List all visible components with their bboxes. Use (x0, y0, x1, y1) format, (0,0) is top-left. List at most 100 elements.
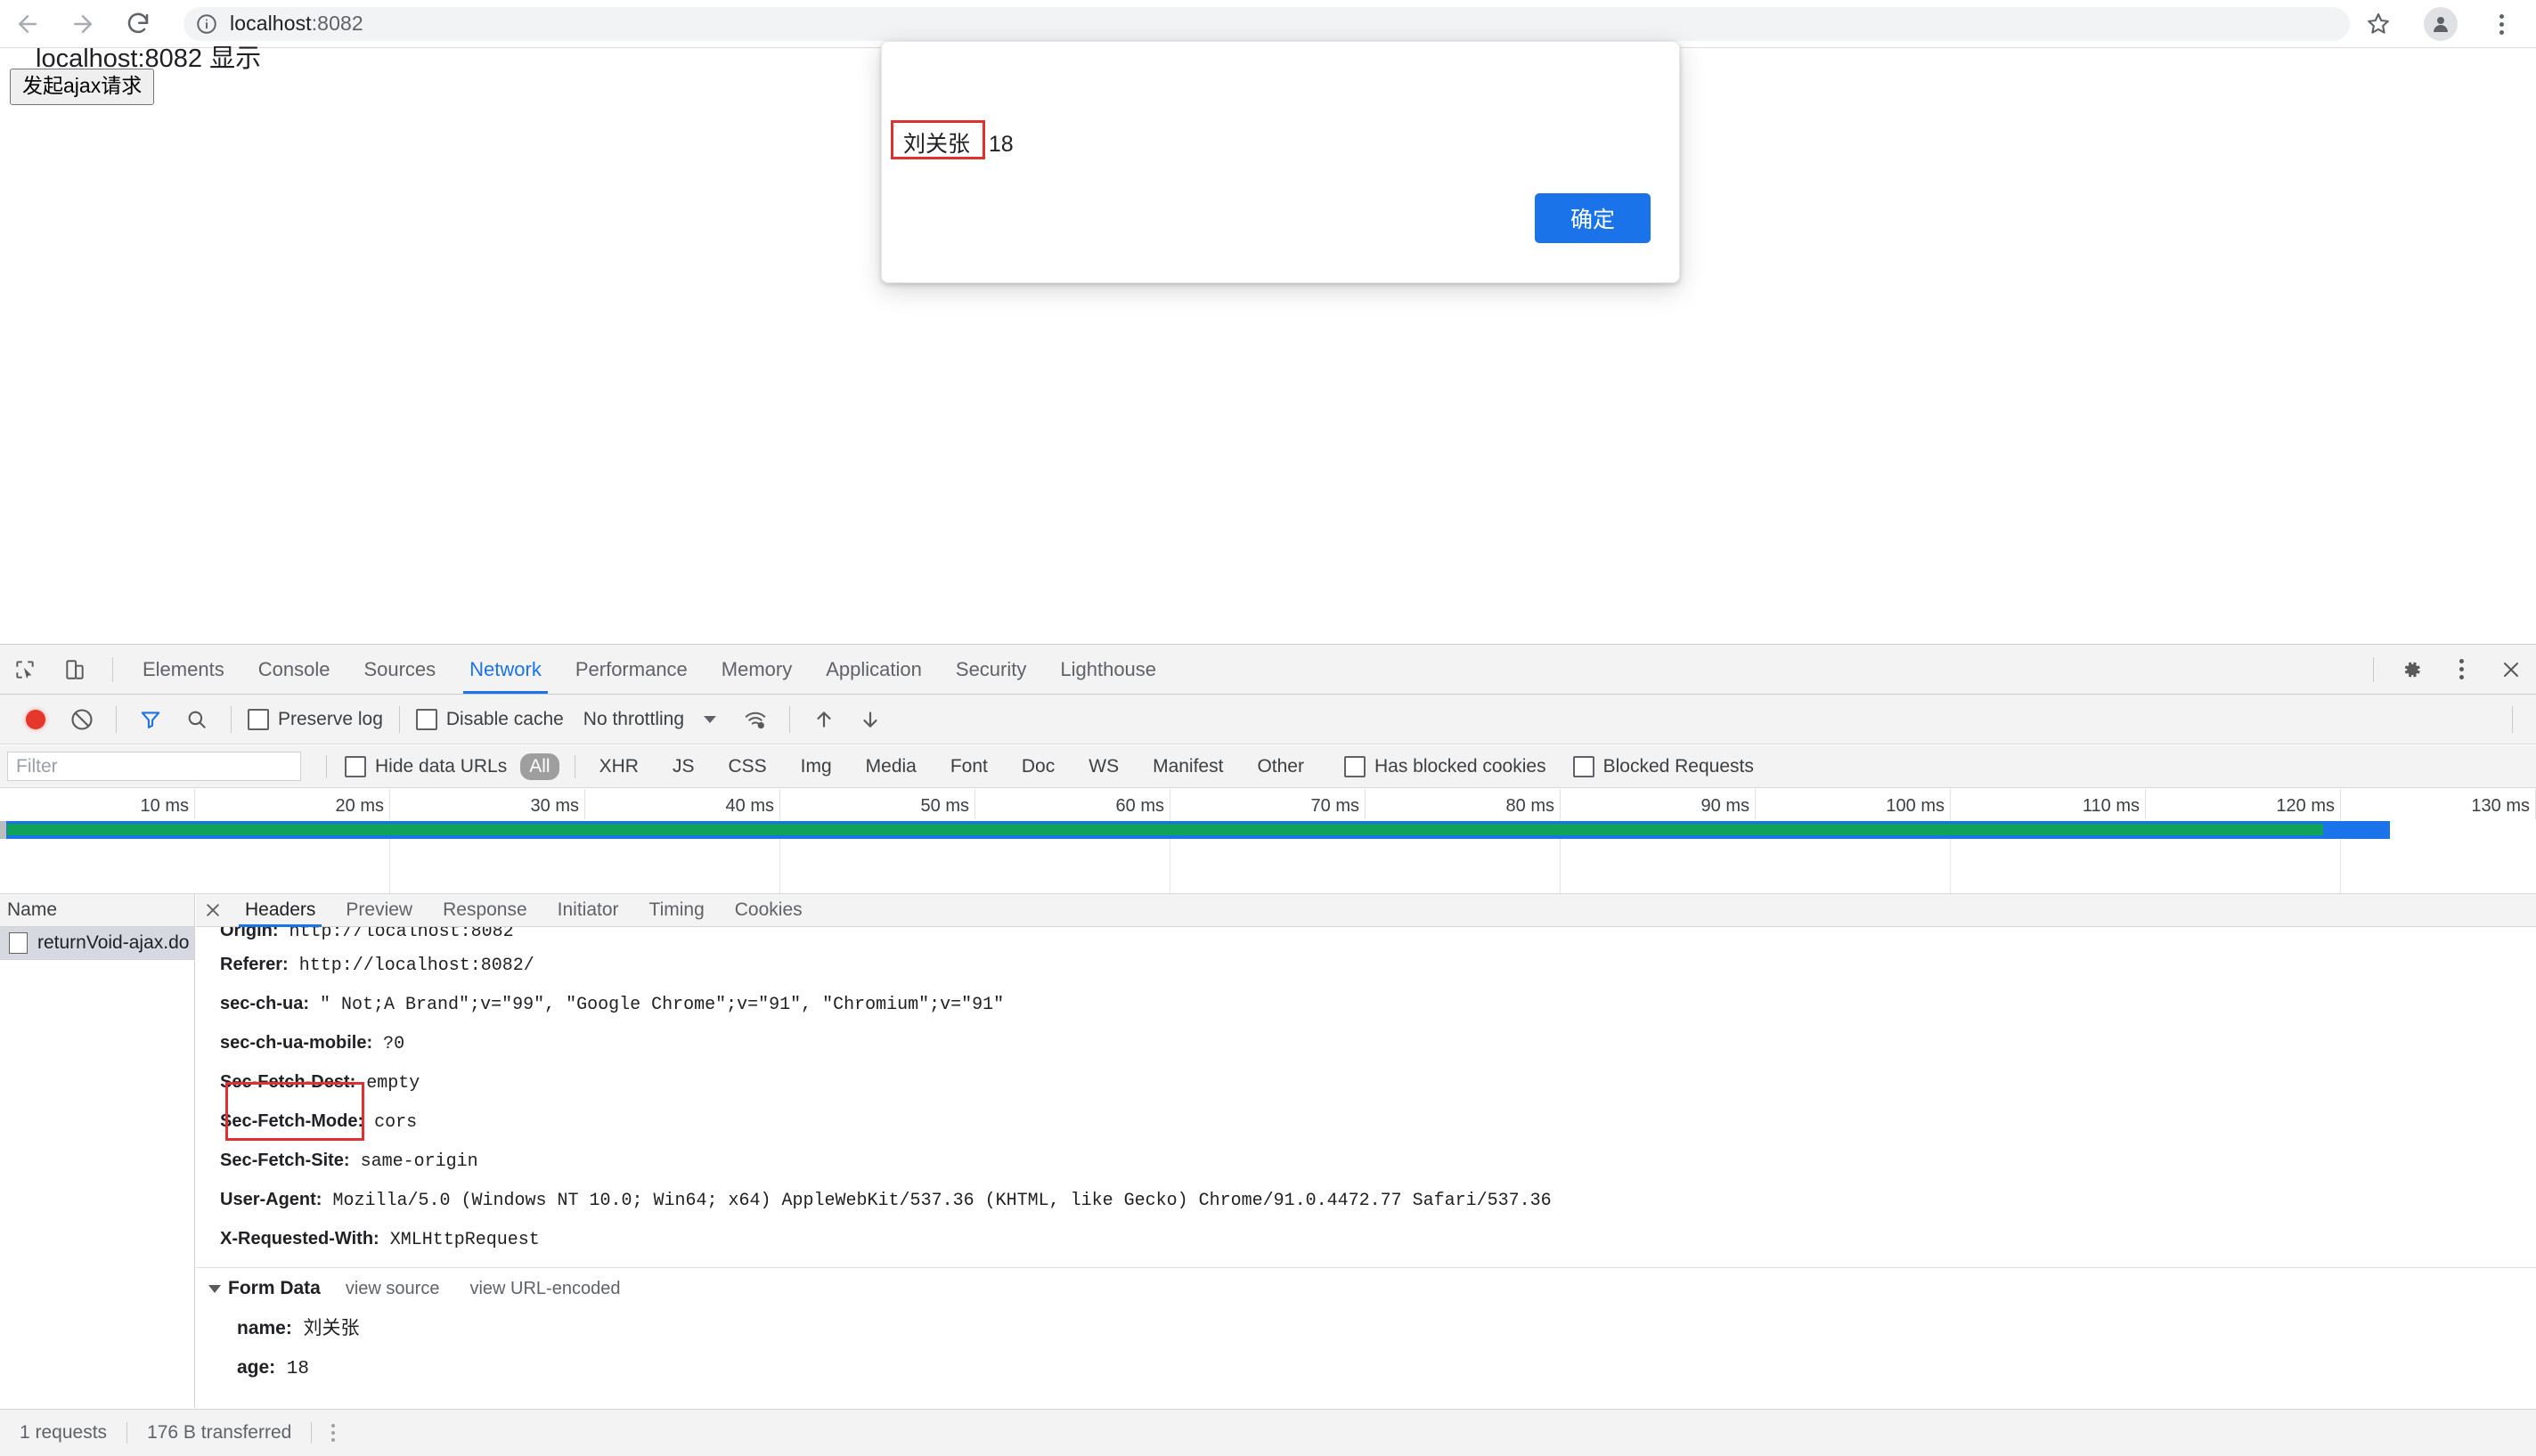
timeline-tick: 60 ms (975, 789, 1170, 819)
timeline-tick-label: 120 ms (2276, 796, 2335, 816)
table-row[interactable]: returnVoid-ajax.do (0, 927, 194, 960)
request-header-name: Sec-Fetch-Site: (220, 1151, 350, 1170)
checkbox-box (1343, 755, 1366, 777)
request-header-name: sec-ch-ua-mobile: (220, 1033, 373, 1053)
chevron-down-icon[interactable] (704, 715, 717, 723)
request-header-value: cors (363, 1112, 418, 1133)
filter-type-all[interactable]: All (520, 752, 559, 780)
timeline-tick: 100 ms (1756, 789, 1951, 819)
filter-type-manifest[interactable]: Manifest (1144, 753, 1232, 780)
hide-data-urls-checkbox[interactable]: Hide data URLs (345, 755, 507, 777)
devtools-tab-bar: Elements Console Sources Network Perform… (0, 645, 2536, 695)
timeline-tick-label: 30 ms (530, 796, 579, 816)
filter-type-css[interactable]: CSS (719, 753, 775, 780)
disable-cache-checkbox[interactable]: Disable cache (415, 708, 564, 730)
filter-type-js[interactable]: JS (664, 753, 704, 780)
bookmark-star-icon[interactable] (2363, 9, 2393, 39)
tab-performance[interactable]: Performance (559, 645, 705, 694)
filter-type-xhr[interactable]: XHR (591, 753, 648, 780)
headers-body[interactable]: Origin: http://localhost:8082 Referer: ht… (196, 927, 2536, 1408)
request-header-value: http://localhost:8082 (278, 927, 514, 942)
view-source-link[interactable]: view source (346, 1279, 440, 1299)
tab-timing[interactable]: Timing (634, 894, 720, 927)
tab-elements[interactable]: Elements (126, 645, 241, 694)
inspect-element-icon[interactable] (0, 645, 50, 694)
timeline-tick-label: 100 ms (1886, 796, 1945, 816)
request-header-value: XMLHttpRequest (379, 1230, 540, 1250)
form-data-entry-age: age: 18 (196, 1348, 2536, 1387)
funnel-filter-icon[interactable] (127, 696, 174, 743)
dialog-ok-button[interactable]: 确定 (1535, 193, 1651, 243)
devtools-close-icon[interactable] (2486, 645, 2536, 694)
tab-preview[interactable]: Preview (330, 894, 428, 927)
import-har-upload-icon[interactable] (801, 696, 847, 743)
blocked-requests-checkbox[interactable]: Blocked Requests (1572, 755, 1754, 777)
tab-label: Security (955, 657, 1027, 680)
throttling-select[interactable]: No throttling (583, 709, 684, 730)
tab-label: Initiator (557, 899, 619, 920)
tab-label: Network (469, 657, 542, 680)
tab-application[interactable]: Application (809, 645, 939, 694)
timeline-left-handle[interactable] (0, 821, 6, 839)
address-bar[interactable]: localhost:8082 (183, 6, 2350, 41)
filter-type-ws[interactable]: WS (1080, 753, 1128, 780)
timeline-tick-label: 40 ms (725, 796, 774, 816)
info-circle-icon[interactable] (183, 12, 230, 36)
checkbox-box (415, 708, 437, 730)
tab-label: Response (443, 899, 527, 920)
network-overview-timeline[interactable]: 10 ms 20 ms 30 ms 40 ms 50 ms 60 ms 70 ms 80 ms… (0, 789, 2536, 894)
browser-menu-icon[interactable] (2484, 7, 2518, 41)
filter-type-other[interactable]: Other (1248, 753, 1313, 780)
blocked-requests-label: Blocked Requests (1602, 755, 1754, 777)
tab-memory[interactable]: Memory (705, 645, 809, 694)
devtools-more-icon[interactable] (2436, 645, 2486, 694)
network-conditions-wifi-icon[interactable] (732, 696, 779, 743)
form-data-key: age: (237, 1357, 276, 1378)
has-blocked-cookies-checkbox[interactable]: Has blocked cookies (1343, 755, 1546, 777)
profile-avatar-icon[interactable] (2424, 7, 2458, 41)
filter-type-media[interactable]: Media (857, 753, 926, 780)
gear-icon[interactable] (2386, 645, 2436, 694)
chevron-down-icon[interactable] (208, 1284, 221, 1293)
record-stop-icon[interactable] (12, 696, 59, 743)
tab-headers[interactable]: Headers (230, 894, 330, 927)
tab-cookies[interactable]: Cookies (720, 894, 818, 927)
filter-input[interactable]: Filter (7, 752, 301, 781)
tab-label: Headers (245, 899, 316, 920)
request-header-row: Sec-Fetch-Dest: empty (196, 1062, 2536, 1102)
tab-security[interactable]: Security (939, 645, 1043, 694)
timeline-tick-label: 20 ms (335, 796, 384, 816)
filter-type-font[interactable]: Font (942, 753, 997, 780)
request-row-checkbox[interactable] (9, 932, 28, 954)
clear-requests-icon[interactable] (59, 696, 105, 743)
network-toolbar: Preserve log Disable cache No throttling (0, 695, 2536, 744)
view-url-encoded-link[interactable]: view URL-encoded (469, 1279, 620, 1299)
tab-sources[interactable]: Sources (347, 645, 453, 694)
request-header-value: " Not;A Brand";v="99", "Google Chrome";v… (309, 995, 1005, 1015)
status-bar-more-icon[interactable] (312, 1424, 355, 1442)
request-header-value: ?0 (372, 1034, 405, 1054)
has-blocked-cookies-label: Has blocked cookies (1374, 755, 1546, 777)
tab-network[interactable]: Network (453, 645, 559, 694)
disable-cache-label: Disable cache (445, 708, 564, 729)
timeline-tick-label: 60 ms (1115, 796, 1164, 816)
request-header-name: X-Requested-With: (220, 1229, 379, 1249)
form-data-value: 刘关张 (303, 1318, 360, 1338)
filter-type-doc[interactable]: Doc (1013, 753, 1064, 780)
requests-count: 1 requests (20, 1422, 108, 1443)
form-data-section-header[interactable]: Form Data view source view URL-encoded (196, 1268, 2536, 1309)
export-har-download-icon[interactable] (847, 696, 893, 743)
timeline-tick: 40 ms (585, 789, 780, 819)
preserve-log-checkbox[interactable]: Preserve log (248, 708, 383, 730)
tab-initiator[interactable]: Initiator (542, 894, 634, 927)
close-details-icon[interactable] (196, 894, 230, 927)
request-list-header[interactable]: Name (0, 894, 194, 927)
divider (326, 754, 327, 778)
request-header-value: empty (355, 1073, 420, 1094)
search-magnifier-icon[interactable] (174, 696, 220, 743)
device-toolbar-icon[interactable] (50, 645, 100, 694)
tab-lighthouse[interactable]: Lighthouse (1043, 645, 1173, 694)
tab-response[interactable]: Response (428, 894, 542, 927)
tab-console[interactable]: Console (241, 645, 347, 694)
filter-type-img[interactable]: Img (792, 753, 841, 780)
